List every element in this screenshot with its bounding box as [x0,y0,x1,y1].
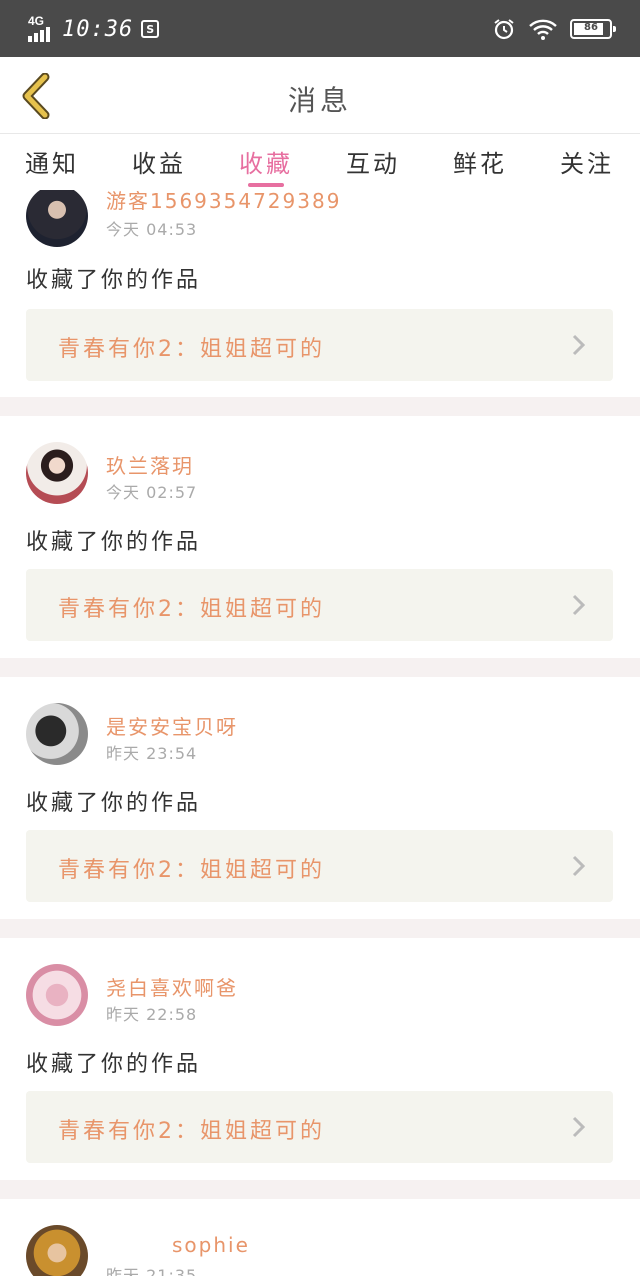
signal-icon: 4G [28,14,54,42]
user-name[interactable]: 玖兰落玥 [106,450,194,479]
status-time: 10:36 [62,16,134,42]
message-action: 收藏了你的作品 [26,268,202,293]
app-notification-icon: S [141,20,160,38]
status-bar: 4G 10:36 S 86 [0,0,640,57]
tab-earnings[interactable]: 收益 [119,144,199,190]
status-left: 4G 10:36 S [28,14,160,44]
message-time: 昨天 21:35 [106,1266,198,1276]
chevron-right-icon [572,855,586,877]
work-title: 青春有你2：姐姐超可的 [58,597,325,622]
message-list[interactable]: 游客1569354729389 今天 04:53 收藏了你的作品 青春有你2：姐… [0,190,640,1276]
chevron-right-icon [572,594,586,616]
battery-level: 86 [584,22,598,33]
tab-favorites[interactable]: 收藏 [226,144,306,190]
message-time: 今天 04:53 [106,220,198,239]
tab-label: 互动 [346,150,400,178]
tab-label: 鲜花 [453,150,507,178]
user-avatar[interactable] [26,964,88,1026]
tab-interactions[interactable]: 互动 [333,144,413,190]
work-title: 青春有你2：姐姐超可的 [58,858,325,883]
message-card: 尧白喜欢啊爸 昨天 22:58 收藏了你的作品 青春有你2：姐姐超可的 [0,938,640,1180]
user-name[interactable]: 是安安宝贝呀 [106,711,238,740]
page-title: 消息 [287,84,352,117]
card-separator [0,919,640,938]
message-action: 收藏了你的作品 [26,1052,202,1077]
alarm-icon [494,19,514,40]
user-avatar[interactable] [26,442,88,504]
tab-label: 通知 [25,150,79,178]
tab-indicator [248,183,284,187]
tab-bar: 通知 收益 收藏 互动 鲜花 关注 [0,134,640,190]
battery-icon: 86 [570,19,616,39]
work-link[interactable]: 青春有你2：姐姐超可的 [26,1091,613,1163]
user-name[interactable]: 尧白喜欢啊爸 [106,972,238,1001]
tab-following[interactable]: 关注 [547,144,627,190]
status-right: 86 [492,14,616,44]
message-action: 收藏了你的作品 [26,791,202,816]
user-name[interactable]: sophie [172,1233,250,1257]
tab-notifications[interactable]: 通知 [12,144,92,190]
card-separator [0,1180,640,1199]
app-header: 消息 [0,57,640,134]
chevron-right-icon [572,1116,586,1138]
work-title: 青春有你2：姐姐超可的 [58,1119,325,1144]
card-separator [0,397,640,416]
work-link[interactable]: 青春有你2：姐姐超可的 [26,309,613,381]
message-action: 收藏了你的作品 [26,530,202,555]
work-link[interactable]: 青春有你2：姐姐超可的 [26,569,613,641]
tab-label: 收藏 [239,150,293,178]
chevron-right-icon [572,334,586,356]
message-card: 是安安宝贝呀 昨天 23:54 收藏了你的作品 青春有你2：姐姐超可的 [0,677,640,919]
message-time: 今天 02:57 [106,483,198,502]
wifi-icon [529,19,557,40]
user-avatar[interactable] [26,190,88,247]
message-time: 昨天 23:54 [106,744,198,763]
work-title: 青春有你2：姐姐超可的 [58,337,325,362]
card-separator [0,658,640,677]
user-avatar[interactable] [26,703,88,765]
network-type: 4G [28,14,45,28]
message-card: 游客1569354729389 今天 04:53 收藏了你的作品 青春有你2：姐… [0,190,640,397]
user-avatar[interactable] [26,1225,88,1276]
tab-flowers[interactable]: 鲜花 [440,144,520,190]
message-time: 昨天 22:58 [106,1005,198,1024]
work-link[interactable]: 青春有你2：姐姐超可的 [26,830,613,902]
tab-label: 关注 [560,150,614,178]
tab-label: 收益 [132,150,186,178]
message-card: 玖兰落玥 今天 02:57 收藏了你的作品 青春有你2：姐姐超可的 [0,416,640,658]
message-card: sophie 昨天 21:35 [0,1199,640,1276]
user-name[interactable]: 游客1569354729389 [106,190,341,214]
